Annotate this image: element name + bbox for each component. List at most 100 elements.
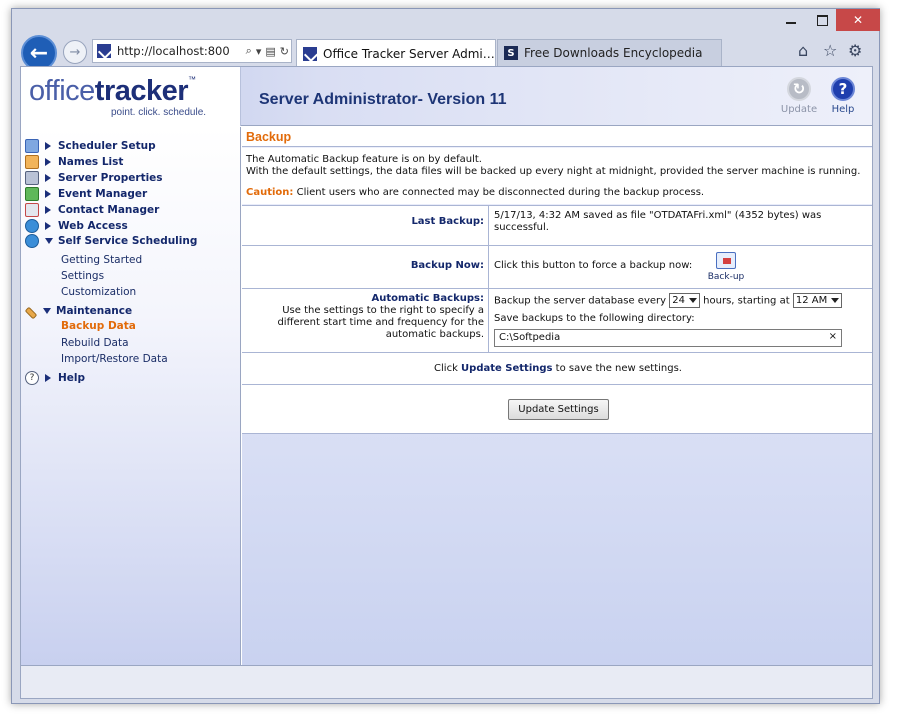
question-icon: ? — [831, 77, 855, 101]
logo-trademark: ™ — [188, 75, 196, 84]
last-backup-value: 5/17/13, 4:32 AM saved as file "OTDATAFr… — [494, 210, 822, 233]
caution-text: Client users who are connected may be di… — [293, 187, 705, 198]
chevron-down-icon — [831, 297, 840, 303]
close-tab-icon[interactable]: ✕ — [495, 47, 496, 60]
web-page: officetracker™ point. click. schedule. S… — [20, 66, 873, 699]
tab-favicon — [303, 46, 317, 61]
tab-free-downloads[interactable]: S Free Downloads Encyclopedia — [497, 39, 722, 67]
hours-select[interactable]: 24 — [669, 293, 700, 308]
backup-now-label: Backup Now: — [410, 260, 484, 271]
help-button[interactable]: ? Help — [821, 77, 865, 115]
softpedia-icon: S — [504, 46, 518, 60]
dropdown-icon[interactable]: ▾ — [256, 45, 262, 58]
last-backup-label: Last Backup: — [411, 216, 484, 227]
favorites-icon[interactable]: ☆ — [823, 41, 837, 60]
address-bar[interactable]: http://localhost:800 ⌕ ▾ ▤ ↻ — [92, 39, 292, 63]
sidebar-subitem-customization[interactable]: Customization — [61, 286, 136, 298]
sidebar-subitem-backup-data[interactable]: Backup Data — [61, 320, 136, 332]
chevron-right-icon — [45, 158, 51, 166]
sidebar-subitem-import-restore[interactable]: Import/Restore Data — [61, 353, 168, 365]
compat-view-icon[interactable]: ▤ — [265, 45, 275, 58]
section-title: Backup — [242, 127, 872, 147]
maximize-button[interactable] — [807, 9, 837, 31]
browser-window: ✕ ← → http://localhost:800 ⌕ ▾ ▤ ↻ Offic… — [11, 8, 880, 704]
sidebar-subitem-rebuild-data[interactable]: Rebuild Data — [61, 337, 129, 349]
update-info-text: Click Update Settings to save the new se… — [434, 363, 682, 374]
backup-settings-table: Last Backup: 5/17/13, 4:32 AM saved as f… — [242, 205, 872, 434]
update-label: Update — [780, 104, 818, 115]
clear-icon[interactable]: × — [829, 331, 837, 343]
sidebar-item-self-service[interactable]: Self Service Scheduling — [25, 233, 197, 249]
help-label: Help — [831, 104, 855, 115]
chevron-right-icon — [45, 190, 51, 198]
caution-label: Caution: — [246, 187, 294, 198]
table-row-info: Click Update Settings to save the new se… — [242, 353, 872, 385]
sidebar-item-contact-manager[interactable]: Contact Manager — [25, 202, 159, 218]
chevron-down-icon — [688, 297, 697, 303]
refresh-circle-icon: ↻ — [787, 77, 811, 101]
intro-line-1: The Automatic Backup feature is on by de… — [246, 154, 482, 165]
home-icon[interactable]: ⌂ — [798, 41, 808, 60]
chevron-right-icon — [45, 222, 51, 230]
logo-tracker-text: tracker — [94, 75, 189, 107]
chevron-right-icon — [45, 174, 51, 182]
chevron-right-icon — [45, 142, 51, 150]
refresh-icon[interactable]: ↻ — [280, 45, 289, 58]
help-circle-icon: ? — [25, 371, 39, 385]
tab-office-tracker[interactable]: Office Tracker Server Admi… ✕ — [296, 39, 496, 67]
logo-tagline: point. click. schedule. — [111, 107, 207, 118]
app-header: officetracker™ point. click. schedule. S… — [21, 67, 872, 126]
event-icon — [25, 187, 39, 201]
automatic-backups-description: Use the settings to the right to specify… — [277, 305, 484, 340]
calendar-icon — [25, 139, 39, 153]
table-row-automatic-backups: Automatic Backups: Use the settings to t… — [242, 289, 872, 353]
forward-button[interactable]: → — [63, 40, 87, 64]
update-settings-button[interactable]: Update Settings — [508, 399, 609, 420]
sidebar-item-names-list[interactable]: Names List — [25, 154, 123, 170]
contact-card-icon — [25, 203, 39, 217]
sidebar-subitem-settings[interactable]: Settings — [61, 270, 104, 282]
schedule-line: Backup the server database every 24 hour… — [494, 293, 870, 308]
logo: officetracker™ point. click. schedule. — [21, 67, 241, 126]
search-icon[interactable]: ⌕ — [246, 44, 252, 58]
settings-gear-icon[interactable]: ⚙ — [848, 41, 862, 60]
caution-line: Caution: Client users who are connected … — [246, 187, 870, 199]
minimize-button[interactable] — [776, 9, 806, 31]
site-favicon — [97, 44, 111, 58]
sidebar-item-server-properties[interactable]: Server Properties — [25, 170, 163, 186]
update-button[interactable]: ↻ Update — [777, 77, 821, 115]
sidebar-item-scheduler-setup[interactable]: Scheduler Setup — [25, 138, 156, 154]
automatic-backups-label: Automatic Backups: — [371, 293, 484, 304]
sidebar-item-help[interactable]: ? Help — [25, 370, 85, 386]
intro-text: The Automatic Backup feature is on by de… — [242, 148, 872, 204]
intro-line-2: With the default settings, the data file… — [246, 166, 861, 177]
sidebar-subitem-getting-started[interactable]: Getting Started — [61, 254, 142, 266]
chevron-down-icon — [43, 308, 51, 314]
people-icon — [25, 155, 39, 169]
table-row-last-backup: Last Backup: 5/17/13, 4:32 AM saved as f… — [242, 206, 872, 246]
close-window-button[interactable]: ✕ — [836, 9, 880, 31]
globe-icon — [25, 219, 39, 233]
tab-label: Free Downloads Encyclopedia — [524, 46, 703, 60]
schedule-text-1: Backup the server database every — [494, 295, 667, 307]
arrow-left-icon: ← — [29, 40, 49, 66]
arrow-right-icon: → — [69, 44, 81, 60]
sidebar-item-web-access[interactable]: Web Access — [25, 218, 128, 234]
chevron-right-icon — [45, 374, 51, 382]
status-bar — [21, 665, 872, 698]
logo-office-text: office — [29, 75, 95, 107]
backup-now-button[interactable]: Back-up — [706, 252, 746, 283]
chevron-right-icon — [45, 206, 51, 214]
server-icon — [25, 171, 39, 185]
globe-people-icon — [25, 234, 39, 248]
tab-label: Office Tracker Server Admi… — [323, 46, 495, 61]
main-content: Backup The Automatic Backup feature is o… — [242, 127, 872, 665]
schedule-text-2: hours, starting at — [703, 295, 790, 307]
address-url: http://localhost:800 — [117, 44, 230, 58]
page-title: Server Administrator- Version 11 — [259, 91, 507, 108]
sidebar-item-event-manager[interactable]: Event Manager — [25, 186, 147, 202]
backup-directory-field[interactable]: C:\Softpedia × — [494, 329, 842, 347]
start-time-select[interactable]: 12 AM — [792, 293, 843, 308]
sidebar-item-maintenance[interactable]: Maintenance — [24, 303, 132, 320]
wrench-icon — [24, 306, 38, 320]
